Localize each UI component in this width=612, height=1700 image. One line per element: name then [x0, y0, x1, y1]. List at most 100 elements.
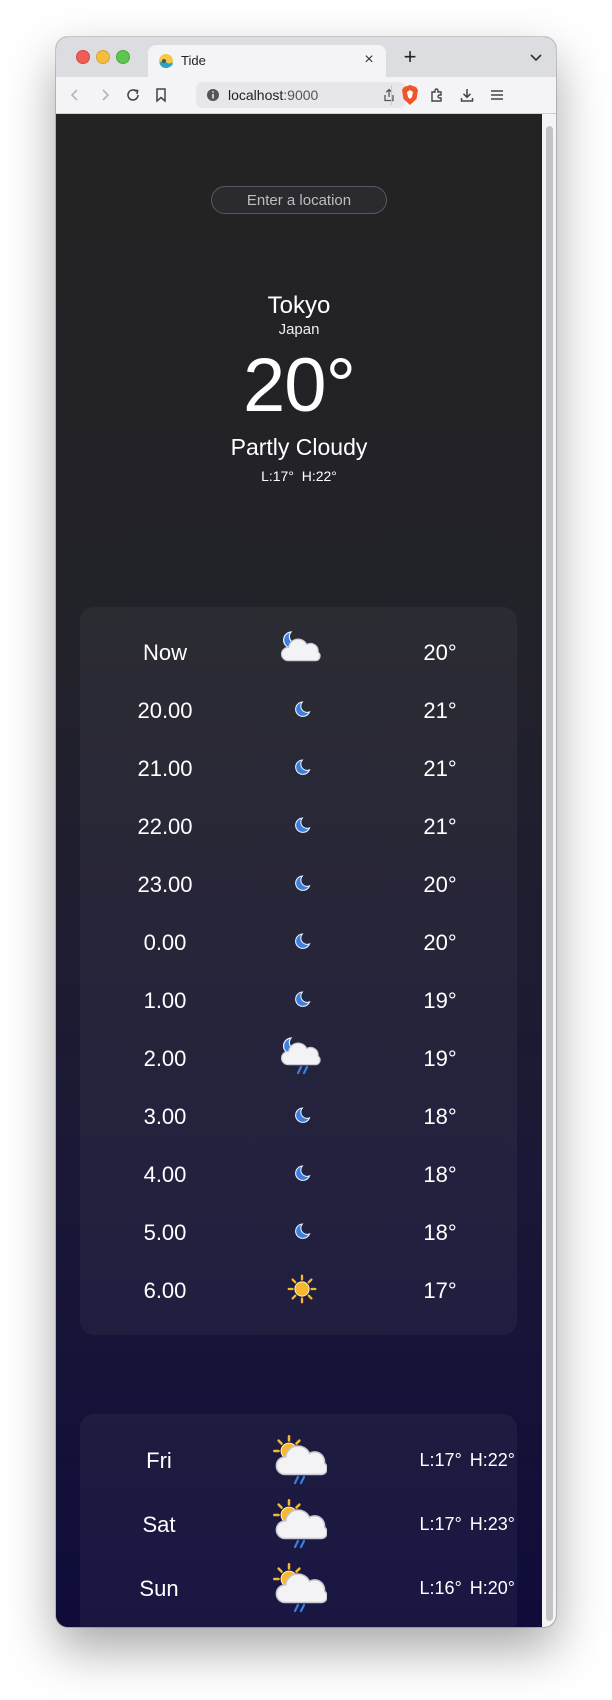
daily-high: H:20°	[469, 1578, 515, 1598]
tab-bar: Tide × +	[56, 37, 556, 77]
sun-cloud-rain-icon	[271, 1562, 328, 1616]
sun-cloud-rain-icon	[271, 1434, 328, 1488]
hourly-time: 3.00	[143, 1104, 187, 1129]
minimize-window-button[interactable]	[96, 50, 110, 64]
browser-window: Tide × + localhost:9000 Enter a location…	[56, 37, 556, 1627]
current-condition: Partly Cloudy	[230, 434, 368, 460]
hourly-time: Now	[142, 640, 187, 665]
hourly-temp: 21°	[423, 756, 457, 781]
hourly-temp: 21°	[423, 814, 457, 839]
url-host: localhost	[228, 87, 284, 103]
hourly-time: 2.00	[143, 1046, 187, 1071]
sun-cloud-rain-icon	[271, 1498, 328, 1552]
reload-icon[interactable]	[124, 86, 142, 104]
forward-arrow-icon[interactable]	[96, 86, 114, 104]
moon-icon	[280, 1152, 324, 1194]
daily-day: Fri	[146, 1448, 172, 1473]
hourly-time: 0.00	[143, 930, 187, 955]
moon-icon	[280, 862, 324, 904]
hourly-temp: 20°	[423, 640, 457, 665]
hourly-forecast-card: Now 20° 20.00 21° 21.00 21° 22.00 21° 23.00 20° 0.…	[80, 607, 517, 1335]
hourly-temp: 21°	[423, 698, 457, 723]
url-port: :9000	[283, 87, 319, 103]
daily-low-high: L:17° H:23°	[385, 1514, 515, 1535]
zoom-window-button[interactable]	[116, 50, 130, 64]
site-info-icon[interactable]	[206, 88, 220, 102]
daily-low: L:17°	[419, 1514, 462, 1534]
moon-icon	[280, 804, 324, 846]
weather-app: Tokyo Japan 20° Partly Cloudy L:17° H:22…	[56, 114, 542, 1627]
moon-icon	[280, 920, 324, 962]
share-icon[interactable]	[382, 88, 396, 102]
daily-row: Fri L:17° H:22°	[80, 1428, 517, 1492]
moon-icon	[280, 978, 324, 1020]
tide-favicon-icon	[159, 54, 173, 68]
bookmark-icon[interactable]	[152, 86, 170, 104]
daily-day: Sun	[139, 1576, 179, 1601]
hourly-temp: 18°	[423, 1104, 457, 1129]
hourly-temp: 18°	[423, 1220, 457, 1245]
location-search-input[interactable]	[211, 186, 387, 214]
daily-row: Sun L:16° H:20°	[80, 1556, 517, 1620]
current-high: H:22°	[301, 468, 337, 484]
hourly-time: 6.00	[143, 1278, 187, 1303]
new-tab-plus-icon[interactable]: +	[400, 46, 420, 68]
toolbar-divider	[391, 85, 392, 105]
browser-toolbar: localhost:9000	[56, 77, 556, 114]
hourly-temp: 18°	[423, 1162, 457, 1187]
hourly-time: 5.00	[143, 1220, 187, 1245]
scrollbar-thumb[interactable]	[546, 126, 553, 1621]
daily-low: L:16°	[419, 1578, 462, 1598]
url-text: localhost:9000	[228, 87, 318, 103]
hourly-temp: 20°	[423, 930, 457, 955]
brave-shields-icon[interactable]	[400, 84, 420, 106]
menu-hamburger-icon[interactable]	[488, 86, 506, 104]
hourly-row: 4.00 18°	[80, 1144, 517, 1202]
downloads-icon[interactable]	[458, 86, 476, 104]
address-bar[interactable]: localhost:9000	[196, 82, 406, 108]
current-low-high: L:17° H:22°	[56, 468, 542, 484]
hourly-row: 1.00 19°	[80, 970, 517, 1028]
page-scrollbar[interactable]	[542, 114, 556, 1627]
current-temperature: 20°	[243, 343, 356, 428]
daily-day: Sat	[142, 1512, 176, 1537]
back-arrow-icon[interactable]	[66, 86, 84, 104]
hourly-row: 20.00 21°	[80, 680, 517, 738]
hourly-temp: 19°	[423, 988, 457, 1013]
daily-low: L:17°	[419, 1450, 462, 1470]
moon-cloud-rain-icon	[280, 1036, 324, 1078]
hourly-temp: 19°	[423, 1046, 457, 1071]
hourly-time: 21.00	[137, 756, 193, 781]
moon-icon	[280, 746, 324, 788]
city-name: Tokyo	[267, 292, 331, 319]
hourly-temp: 17°	[423, 1278, 457, 1303]
tab-list-chevron-down-icon[interactable]	[528, 49, 544, 65]
current-low: L:17°	[261, 468, 294, 484]
hourly-row: 6.00 17°	[80, 1260, 517, 1318]
tab-tide[interactable]: Tide ×	[148, 45, 386, 77]
hourly-row: 5.00 18°	[80, 1202, 517, 1260]
daily-low-high: L:16° H:20°	[385, 1578, 515, 1599]
hourly-row: 22.00 21°	[80, 796, 517, 854]
hourly-temp: 20°	[423, 872, 457, 897]
daily-row: Sat L:17° H:23°	[80, 1492, 517, 1556]
daily-forecast-card: Fri L:17° H:22° Sat L:17° H:23° Sun L:16° H:20°	[80, 1414, 517, 1627]
extensions-puzzle-icon[interactable]	[428, 86, 446, 104]
hourly-row: 0.00 20°	[80, 912, 517, 970]
sun-icon	[280, 1268, 324, 1310]
hourly-row: 3.00 18°	[80, 1086, 517, 1144]
moon-cloud-icon	[280, 630, 324, 672]
hourly-time: 23.00	[137, 872, 193, 897]
tab-close-icon[interactable]: ×	[360, 51, 378, 69]
close-window-button[interactable]	[76, 50, 90, 64]
hourly-time: 1.00	[143, 988, 187, 1013]
daily-high: H:22°	[469, 1450, 515, 1470]
country-name: Japan	[278, 321, 320, 338]
daily-high: H:23°	[469, 1514, 515, 1534]
tab-title: Tide	[181, 53, 206, 68]
hourly-time: 22.00	[137, 814, 193, 839]
moon-icon	[280, 1094, 324, 1136]
hourly-row: 23.00 20°	[80, 854, 517, 912]
moon-icon	[280, 688, 324, 730]
hourly-time: 4.00	[143, 1162, 187, 1187]
